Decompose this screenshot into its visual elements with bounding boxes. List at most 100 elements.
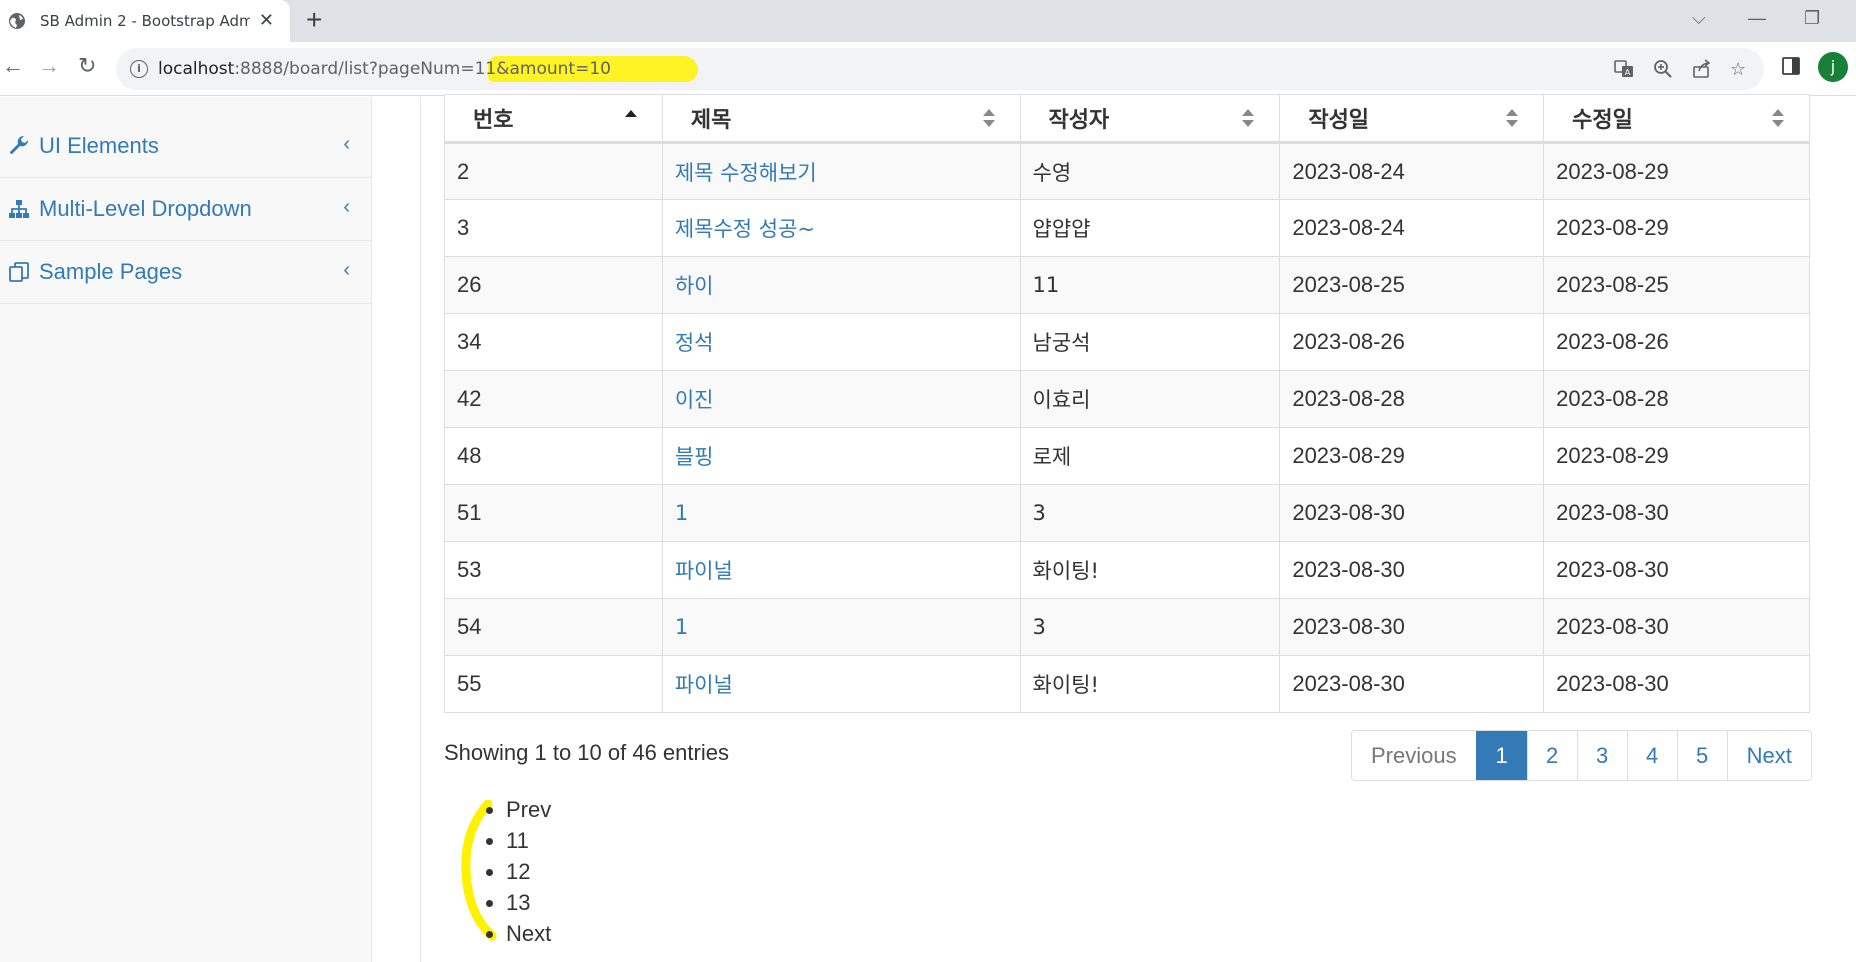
chevron-left-icon: ‹: [343, 196, 350, 218]
cell-regdate: 2023-08-30: [1279, 541, 1545, 599]
cell-regdate: 2023-08-25: [1279, 256, 1545, 314]
wrench-icon: [10, 135, 29, 154]
cell-updatedate: 2023-08-29: [1543, 142, 1810, 200]
column-header-number[interactable]: 번호: [444, 94, 663, 144]
cell-number: 42: [444, 370, 663, 428]
table-row: 42 이진 이효리 2023-08-28 2023-08-28: [444, 370, 1810, 428]
cell-title[interactable]: 블핑: [661, 427, 1021, 485]
pagination-page-5[interactable]: 5: [1676, 731, 1727, 780]
profile-avatar[interactable]: j: [1818, 52, 1848, 82]
pagination-page-3[interactable]: 3: [1576, 731, 1627, 780]
cell-title[interactable]: 파이널: [661, 541, 1021, 599]
cell-updatedate: 2023-08-30: [1543, 655, 1810, 713]
cell-title[interactable]: 정석: [661, 313, 1021, 371]
browser-tab[interactable]: SB Admin 2 - Bootstrap Admin ✕: [0, 0, 290, 42]
title-link[interactable]: 하이: [675, 274, 714, 298]
sidebar-item-multi-level-dropdown[interactable]: Multi-Level Dropdown ‹: [0, 178, 372, 241]
back-icon[interactable]: ←: [2, 54, 24, 78]
reload-icon[interactable]: ↻: [78, 54, 96, 78]
table-row: 53 파이널 화이팅! 2023-08-30 2023-08-30: [444, 541, 1810, 599]
forward-icon[interactable]: →: [38, 54, 60, 78]
custom-pager-list: Prev 11 12 13 Next: [506, 794, 551, 949]
share-icon[interactable]: [1692, 59, 1712, 84]
cell-title[interactable]: 1: [661, 484, 1021, 542]
highlight-bracket-mark: [461, 800, 497, 941]
cell-updatedate: 2023-08-30: [1543, 598, 1810, 656]
column-header-updatedate[interactable]: 수정일: [1543, 94, 1810, 144]
table-row: 55 파이널 화이팅! 2023-08-30 2023-08-30: [444, 655, 1810, 713]
side-panel-icon[interactable]: [1782, 56, 1800, 80]
cell-title[interactable]: 파이널: [661, 655, 1021, 713]
cell-regdate: 2023-08-24: [1279, 142, 1545, 200]
restore-icon[interactable]: ❐: [1804, 8, 1820, 29]
cell-title[interactable]: 제목 수정해보기: [661, 142, 1021, 200]
cell-title[interactable]: 제목수정 성공~: [661, 199, 1021, 257]
table-row: 34 정석 남궁석 2023-08-26 2023-08-26: [444, 313, 1810, 371]
cell-updatedate: 2023-08-26: [1543, 313, 1810, 371]
cell-updatedate: 2023-08-29: [1543, 199, 1810, 257]
cell-updatedate: 2023-08-25: [1543, 256, 1810, 314]
cell-regdate: 2023-08-26: [1279, 313, 1545, 371]
column-header-regdate[interactable]: 작성일: [1279, 94, 1545, 144]
cell-writer: 화이팅!: [1019, 541, 1281, 599]
title-link[interactable]: 파이널: [675, 559, 733, 583]
cell-title[interactable]: 1: [661, 598, 1021, 656]
title-link[interactable]: 파이널: [675, 673, 733, 697]
cell-number: 26: [444, 256, 663, 314]
table-row: 51 1 3 2023-08-30 2023-08-30: [444, 484, 1810, 542]
custom-pager-prev[interactable]: Prev: [506, 794, 551, 825]
title-link[interactable]: 제목수정 성공~: [675, 217, 815, 241]
bookmark-star-icon[interactable]: ☆: [1730, 59, 1746, 80]
column-header-title[interactable]: 제목: [661, 94, 1021, 144]
pagination-previous-button[interactable]: Previous: [1352, 731, 1476, 780]
address-bar[interactable]: i localhost:8888/board/list?pageNum=11&a…: [116, 48, 1764, 90]
cell-updatedate: 2023-08-28: [1543, 370, 1810, 428]
title-link[interactable]: 정석: [675, 331, 714, 355]
close-tab-icon[interactable]: ✕: [259, 11, 274, 29]
sidebar-item-ui-elements[interactable]: UI Elements ‹: [0, 115, 372, 178]
sidebar-item-label: Sample Pages: [39, 259, 183, 284]
table-info-text: Showing 1 to 10 of 46 entries: [444, 740, 729, 765]
table-row: 26 하이 11 2023-08-25 2023-08-25: [444, 256, 1810, 314]
pagination-page-1[interactable]: 1: [1475, 731, 1527, 780]
table-row: 2 제목 수정해보기 수영 2023-08-24 2023-08-29: [444, 142, 1810, 200]
column-header-writer[interactable]: 작성자: [1019, 94, 1281, 144]
cell-number: 3: [444, 199, 663, 257]
cell-number: 34: [444, 313, 663, 371]
cell-title[interactable]: 이진: [661, 370, 1021, 428]
custom-pager-page-11[interactable]: 11: [506, 825, 551, 856]
new-tab-icon[interactable]: +: [306, 6, 322, 34]
globe-icon: [9, 13, 25, 29]
custom-pager-page-12[interactable]: 12: [506, 856, 551, 887]
title-link[interactable]: 블핑: [675, 445, 714, 469]
sort-asc-icon: [624, 110, 637, 117]
cell-title[interactable]: 하이: [661, 256, 1021, 314]
tab-search-icon[interactable]: ⌵: [1692, 8, 1706, 29]
table-row: 54 1 3 2023-08-30 2023-08-30: [444, 598, 1810, 656]
chevron-left-icon: ‹: [343, 133, 350, 155]
minimize-icon[interactable]: —: [1748, 8, 1766, 29]
cell-writer: 얍얍얍: [1019, 199, 1281, 257]
zoom-icon[interactable]: [1653, 59, 1673, 84]
browser-toolbar: ← → ↻ i localhost:8888/board/list?pageNu…: [0, 42, 1856, 96]
sidebar-item-sample-pages[interactable]: Sample Pages ‹: [0, 241, 372, 304]
site-info-icon[interactable]: i: [130, 60, 148, 78]
title-link[interactable]: 1: [675, 501, 688, 525]
cell-regdate: 2023-08-28: [1279, 370, 1545, 428]
cell-regdate: 2023-08-24: [1279, 199, 1545, 257]
title-link[interactable]: 제목 수정해보기: [675, 161, 817, 185]
pagination-page-2[interactable]: 2: [1526, 731, 1577, 780]
custom-pager-page-13[interactable]: 13: [506, 887, 551, 918]
custom-pager-next[interactable]: Next: [506, 918, 551, 949]
cell-updatedate: 2023-08-30: [1543, 541, 1810, 599]
table-row: 48 블핑 로제 2023-08-29 2023-08-29: [444, 427, 1810, 485]
pagination-next-button[interactable]: Next: [1726, 731, 1811, 780]
title-link[interactable]: 1: [675, 615, 688, 639]
title-link[interactable]: 이진: [675, 388, 714, 412]
pagination-page-4[interactable]: 4: [1626, 731, 1677, 780]
cell-updatedate: 2023-08-30: [1543, 484, 1810, 542]
cell-regdate: 2023-08-30: [1279, 598, 1545, 656]
translate-icon[interactable]: A: [1614, 59, 1634, 84]
cell-writer: 3: [1019, 484, 1281, 542]
cell-number: 53: [444, 541, 663, 599]
